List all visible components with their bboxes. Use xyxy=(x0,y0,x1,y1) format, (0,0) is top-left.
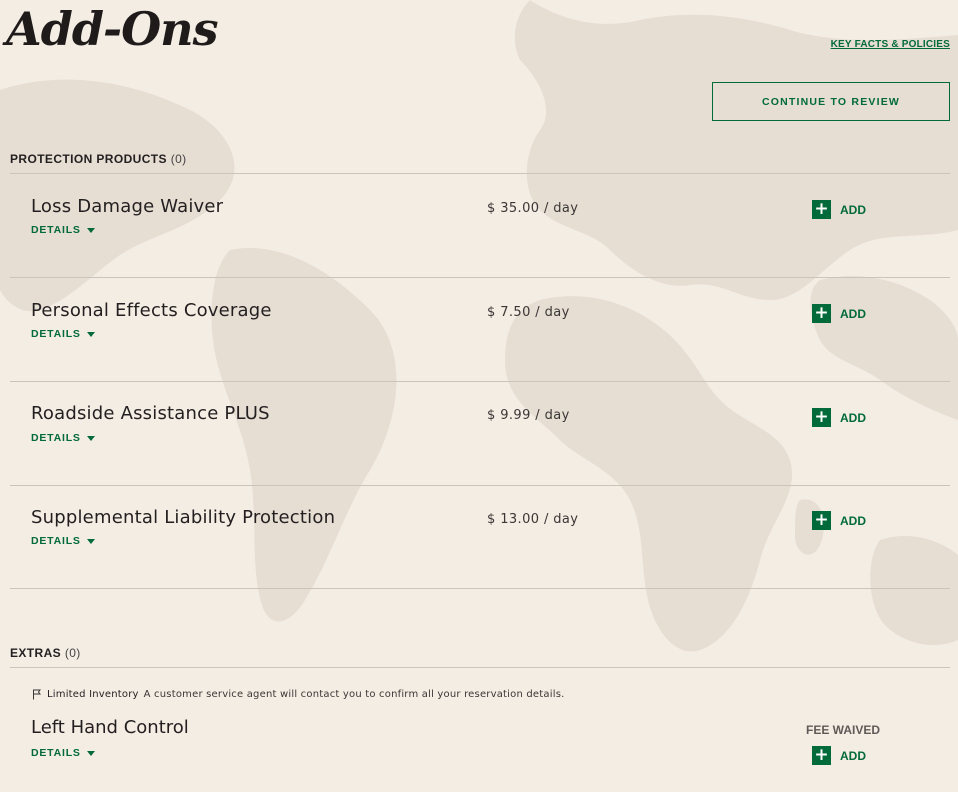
caret-down-icon xyxy=(86,435,95,441)
plus-icon: + xyxy=(812,746,831,765)
details-toggle[interactable]: DETAILS xyxy=(31,747,95,759)
protection-products-title: PROTECTION PRODUCTS xyxy=(10,152,167,166)
details-label: DETAILS xyxy=(31,535,81,547)
details-label: DETAILS xyxy=(31,747,81,759)
key-facts-policies-link[interactable]: KEY FACTS & POLICIES xyxy=(831,39,950,50)
page-title: Add-Ons xyxy=(6,2,219,56)
product-name: Supplemental Liability Protection xyxy=(31,507,336,528)
details-toggle[interactable]: DETAILS xyxy=(31,535,95,547)
product-price: $ 35.00 / day xyxy=(487,201,579,216)
details-toggle[interactable]: DETAILS xyxy=(31,224,95,236)
plus-icon: + xyxy=(812,304,831,323)
add-button[interactable]: + ADD xyxy=(812,511,866,530)
fee-waived-badge: FEE WAIVED xyxy=(806,723,881,737)
extras-header: EXTRAS (0) xyxy=(10,646,81,660)
product-name: Loss Damage Waiver xyxy=(31,196,224,217)
extras-count: (0) xyxy=(64,646,81,660)
add-button[interactable]: + ADD xyxy=(812,746,866,765)
details-toggle[interactable]: DETAILS xyxy=(31,432,95,444)
add-label: ADD xyxy=(840,513,866,528)
add-label: ADD xyxy=(840,306,866,321)
add-label: ADD xyxy=(840,410,866,425)
plus-icon: + xyxy=(812,200,831,219)
plus-icon: + xyxy=(812,511,831,530)
protection-item: Roadside Assistance PLUS DETAILS $ 9.99 … xyxy=(10,382,950,486)
product-name: Personal Effects Coverage xyxy=(31,300,272,321)
protection-item: Loss Damage Waiver DETAILS $ 35.00 / day… xyxy=(10,174,950,278)
product-price: $ 9.99 / day xyxy=(487,408,570,423)
limited-inventory-label: Limited Inventory xyxy=(47,689,139,700)
details-toggle[interactable]: DETAILS xyxy=(31,328,95,340)
add-button[interactable]: + ADD xyxy=(812,200,866,219)
protection-products-header: PROTECTION PRODUCTS (0) xyxy=(10,152,187,166)
details-label: DETAILS xyxy=(31,224,81,236)
section-divider xyxy=(10,667,950,668)
details-label: DETAILS xyxy=(31,328,81,340)
plus-icon: + xyxy=(812,408,831,427)
limited-inventory-text: A customer service agent will contact yo… xyxy=(143,689,565,700)
flag-icon xyxy=(33,689,41,700)
protection-products-count: (0) xyxy=(170,152,187,166)
caret-down-icon xyxy=(86,227,95,233)
limited-inventory-notice: Limited Inventory A customer service age… xyxy=(32,689,564,700)
add-label: ADD xyxy=(840,748,866,763)
caret-down-icon xyxy=(86,331,95,337)
add-button[interactable]: + ADD xyxy=(812,408,866,427)
extras-title: EXTRAS xyxy=(10,646,62,660)
caret-down-icon xyxy=(86,750,95,756)
extra-item-name: Left Hand Control xyxy=(31,717,189,738)
details-label: DETAILS xyxy=(31,432,81,444)
protection-item: Personal Effects Coverage DETAILS $ 7.50… xyxy=(10,278,950,382)
product-price: $ 7.50 / day xyxy=(487,305,570,320)
product-name: Roadside Assistance PLUS xyxy=(31,403,270,424)
protection-item: Supplemental Liability Protection DETAIL… xyxy=(10,485,950,589)
caret-down-icon xyxy=(86,538,95,544)
product-price: $ 13.00 / day xyxy=(487,512,579,527)
continue-to-review-button[interactable]: CONTINUE TO REVIEW xyxy=(712,82,950,121)
add-label: ADD xyxy=(840,202,866,217)
add-button[interactable]: + ADD xyxy=(812,304,866,323)
